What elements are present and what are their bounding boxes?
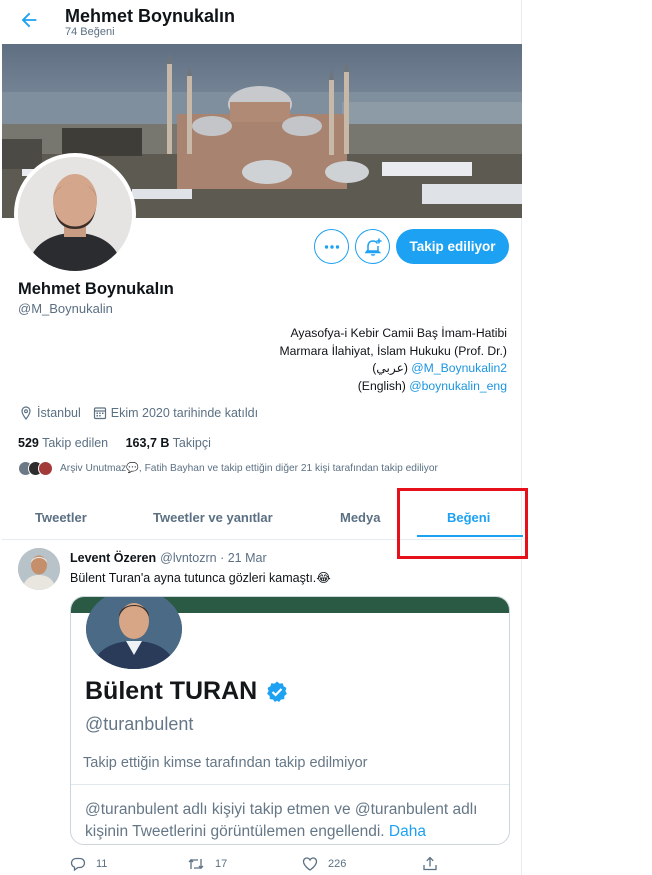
tab-tweets[interactable]: Tweetler [35,510,87,525]
likes-count-subtitle: 74 Beğeni [65,26,115,38]
more-horizontal-icon [324,244,339,249]
bio-link[interactable]: @M_Boynukalin2 [411,361,507,375]
tweet-header: Levent Özeren @lvntozrn · 21 Mar [70,551,267,565]
notifications-button[interactable] [355,229,390,264]
known-followers[interactable]: Arşiv Unutmaz💬, Fatih Bayhan ve takip et… [18,461,438,476]
bio-prefix: (English) [357,378,406,393]
follow-counts: 529 Takip edilen 163,7 B Takipçi [18,436,211,450]
bell-plus-icon [364,238,381,256]
card-blocked-message: @turanbulent adlı kişiyi takip etmen ve … [85,801,478,840]
profile-handle: @M_Boynukalin [18,301,113,316]
profile-bio: Ayasofya-i Kebir Camii Baş İmam-Hatibi M… [187,325,507,395]
share-icon [423,856,437,871]
verified-badge-icon [267,681,288,702]
following-link[interactable]: 529 Takip edilen [18,436,108,450]
retweet-button[interactable]: 17 [187,856,227,872]
heart-icon [302,857,318,871]
card-profile-name: Bülent TURAN [85,677,289,706]
profile-meta: İstanbul Ekim 2020 tarihinde katıldı [19,406,258,420]
tweet-text: Bülent Turan'a ayna tutunca gözleri kama… [70,571,331,585]
profile-location: İstanbul [37,406,81,420]
calendar-icon [93,406,107,420]
reply-count: 11 [96,858,108,870]
tweet-handle-time[interactable]: @lvntozrn · 21 Mar [160,551,266,565]
tab-media[interactable]: Medya [340,510,380,525]
known-followers-text: Arşiv Unutmaz💬, Fatih Bayhan ve takip et… [60,463,438,474]
reply-button[interactable]: 11 [70,856,107,872]
bio-line: (عربي) @M_Boynukalin2 [187,360,507,378]
share-button[interactable] [422,856,448,872]
card-follow-note: Takip ettiğin kimse tarafından takip edi… [83,755,368,771]
reply-icon [70,857,86,872]
profile-avatar[interactable] [14,153,136,275]
more-options-button[interactable] [314,229,349,264]
retweet-count: 17 [215,858,228,870]
divider [71,784,509,785]
profile-column: Mehmet Boynukalın 74 Beğeni Takip ediliy… [2,0,523,875]
bio-link[interactable]: @boynukalin_eng [409,379,507,393]
tab-tweets-and-replies[interactable]: Tweetler ve yanıtlar [153,510,273,525]
arrow-left-icon[interactable] [18,9,40,31]
following-button[interactable]: Takip ediliyor [396,229,509,264]
card-profile-handle: @turanbulent [85,714,194,734]
bio-line: Marmara İlahiyat, İslam Hukuku (Prof. Dr… [279,343,507,358]
like-button[interactable]: 226 [302,856,346,872]
page-title: Mehmet Boynukalın [65,6,236,26]
top-bar: Mehmet Boynukalın 74 Beğeni [2,0,522,44]
tweet-author-avatar[interactable] [18,548,60,590]
profile-joined-date: Ekim 2020 tarihinde katıldı [110,406,259,420]
bio-prefix: (عربي) [372,361,408,375]
avatar [38,461,53,476]
tweet-media[interactable]: Bülent TURAN @turanbulent Takip ettiğin … [70,596,510,845]
like-count: 226 [328,858,347,870]
retweet-icon [188,858,204,870]
highlight-box [397,488,528,559]
card-more-link: Daha [388,823,426,840]
bio-line: Ayasofya-i Kebir Camii Baş İmam-Hatibi [290,326,507,340]
bio-line: (English) @boynukalin_eng [187,378,507,396]
location-pin-icon [19,406,33,420]
card-avatar [86,597,182,669]
profile-display-name: Mehmet Boynukalın [18,280,174,298]
followers-link[interactable]: 163,7 B Takipçi [126,436,211,450]
tweet-author-name[interactable]: Levent Özeren [70,551,156,565]
